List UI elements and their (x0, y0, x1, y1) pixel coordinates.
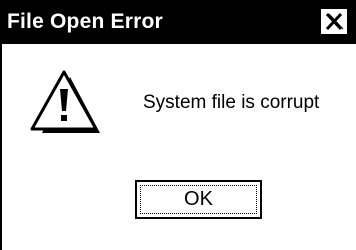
ok-button[interactable]: OK (135, 180, 262, 219)
dialog-left-border (0, 44, 2, 250)
close-x-icon (325, 12, 344, 31)
error-dialog: File Open Error System file is corrupt O… (0, 0, 356, 250)
title-bar[interactable]: File Open Error (0, 0, 356, 44)
error-message: System file is corrupt (143, 92, 320, 113)
window-title: File Open Error (7, 10, 163, 33)
close-button[interactable] (320, 8, 348, 35)
ok-button-label: OK (184, 188, 213, 210)
warning-triangle-icon (30, 70, 100, 133)
